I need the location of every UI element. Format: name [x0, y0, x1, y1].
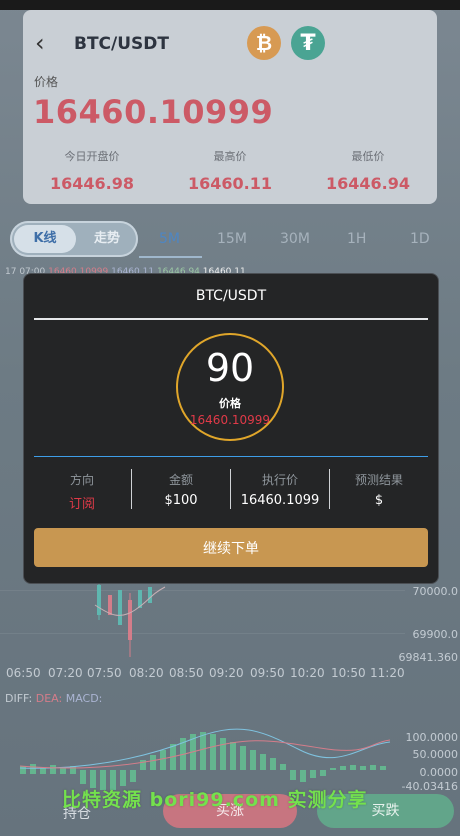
macd-y-label: -40.03416: [401, 780, 458, 793]
order-execution-price: 执行价 16460.1099: [231, 471, 329, 508]
tab-interval-1d[interactable]: 1D: [410, 231, 430, 247]
macd-label: MACD:: [65, 692, 103, 705]
macd-y-label: 0.0000: [419, 766, 459, 779]
col-value: $100: [164, 493, 198, 508]
histogram-bars: [20, 732, 386, 790]
stat-value: 16446.94: [325, 174, 410, 193]
bitcoin-icon: ₿: [247, 26, 281, 60]
x-axis-label: 07:20: [48, 666, 83, 680]
candlestick-chart: [94, 580, 166, 657]
y-axis-label: 70000.0: [412, 585, 459, 598]
x-axis-label: 10:20: [290, 666, 325, 680]
current-price: 16460.10999: [33, 93, 274, 131]
dialog-divider-blue: [34, 456, 428, 457]
col-head: 方向: [69, 473, 94, 487]
order-result-dialog: BTC/USDT 90 价格 16460.10999 方向 订阅 金额 $100…: [23, 273, 439, 584]
col-value: 订阅: [68, 497, 95, 512]
macd-y-label: 100.0000: [405, 731, 459, 744]
x-axis-label: 10:50: [331, 666, 366, 680]
col-head: 金额: [168, 473, 193, 487]
col-value: $: [374, 493, 384, 508]
x-axis-label: 09:20: [209, 666, 244, 680]
chart-type-toggle: K线 走势: [10, 221, 138, 257]
status-bar: [0, 0, 460, 10]
tab-interval-15m[interactable]: 15M: [217, 231, 247, 247]
candle: [108, 595, 112, 615]
countdown-price: 16460.10999: [189, 413, 271, 427]
candle: [118, 590, 122, 625]
stat-open: 今日开盘价 16446.98: [32, 148, 152, 193]
dialog-divider: [34, 318, 428, 320]
ticker-card: ‹ BTC/USDT ₿ ₮ 价格 16460.10999 今日开盘价 1644…: [23, 10, 437, 204]
order-direction: 方向 订阅: [33, 471, 131, 512]
stat-value: 16460.11: [187, 174, 272, 193]
stat-label: 最高价: [213, 150, 247, 163]
x-axis-label: 11:20: [370, 666, 405, 680]
tab-interval-30m[interactable]: 30M: [280, 231, 310, 247]
active-tab-underline: [139, 256, 202, 258]
dialog-title: BTC/USDT: [195, 288, 267, 304]
order-amount: 金额 $100: [132, 471, 230, 508]
stat-label: 今日开盘价: [64, 150, 120, 163]
stat-high: 最高价 16460.11: [170, 148, 290, 193]
trend-toggle-button[interactable]: 走势: [78, 225, 136, 253]
tab-interval-1h[interactable]: 1H: [347, 231, 366, 247]
stat-low: 最低价 16446.94: [308, 148, 428, 193]
x-axis-label: 09:50: [250, 666, 285, 680]
col-head: 预测结果: [354, 473, 403, 487]
countdown-number: 90: [205, 346, 255, 390]
dea-label: DEA:: [35, 692, 63, 705]
y-axis-label: 69900.0: [412, 628, 459, 641]
pair-title: BTC/USDT: [74, 34, 169, 54]
macd-legend: DIFF: DEA: MACD:: [5, 692, 102, 705]
kline-toggle-button[interactable]: K线: [14, 225, 76, 253]
x-axis-label: 08:50: [169, 666, 204, 680]
back-arrow-icon[interactable]: ‹: [35, 31, 57, 55]
macd-y-label: 50.0000: [412, 748, 459, 761]
col-head: 执行价: [261, 473, 298, 487]
x-axis-label: 06:50: [6, 666, 41, 680]
macd-histogram: [19, 728, 391, 790]
col-value: 16460.1099: [240, 493, 320, 508]
tether-icon: ₮: [291, 26, 325, 60]
continue-order-button[interactable]: 继续下单: [34, 528, 428, 567]
candle: [148, 587, 152, 603]
countdown-label: 价格: [219, 397, 241, 410]
stat-label: 最低价: [351, 150, 385, 163]
y-axis-label: 69841.360: [398, 651, 459, 664]
diff-label: DIFF:: [5, 692, 33, 705]
watermark: 比特资源 bori99.com 实测分享: [62, 789, 368, 811]
x-axis-label: 08:20: [129, 666, 164, 680]
order-forecast-result: 预测结果 $: [330, 471, 428, 508]
price-label: 价格: [34, 75, 59, 89]
stat-value: 16446.98: [49, 174, 134, 193]
tab-interval-5m[interactable]: 5M: [159, 231, 180, 247]
x-axis-label: 07:50: [87, 666, 122, 680]
